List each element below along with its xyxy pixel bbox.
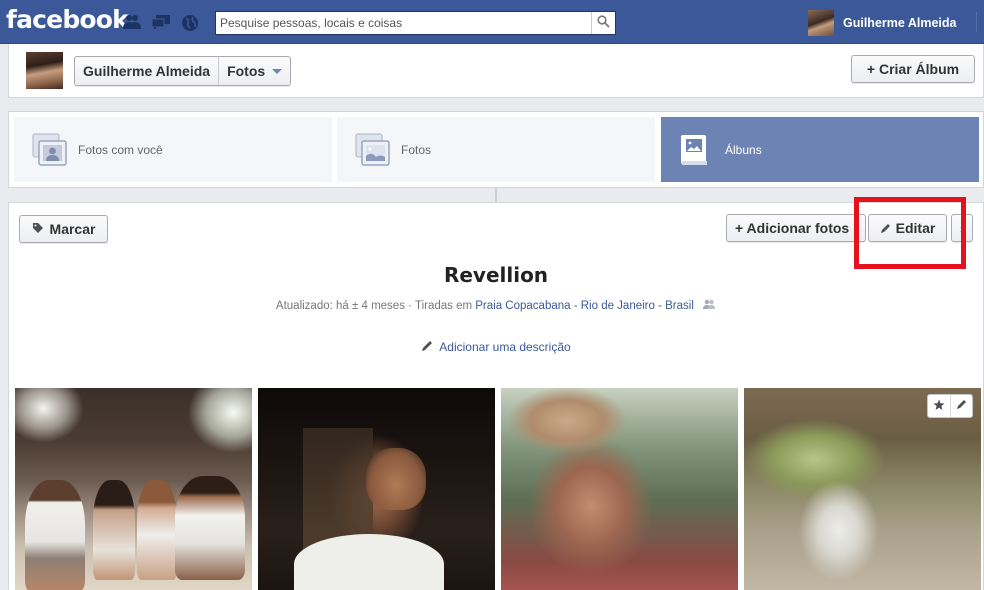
pencil-icon: [880, 223, 891, 234]
photo-subject: [294, 534, 444, 590]
photo-subject: [93, 480, 135, 580]
album-panel: Marcar + Adicionar fotos Editar ↕ Revell…: [8, 197, 984, 590]
breadcrumb-section-dropdown[interactable]: Fotos: [218, 57, 290, 85]
facebook-logo[interactable]: facebook: [6, 5, 129, 34]
profile-link[interactable]: Guilherme Almeida: [808, 10, 956, 36]
tag-icon: [32, 221, 44, 237]
pencil-icon: [421, 340, 433, 355]
reorder-button[interactable]: ↕: [951, 214, 973, 242]
tab-label: Fotos com você: [78, 142, 163, 157]
photo-subject: [25, 480, 85, 590]
user-avatar: [808, 10, 834, 36]
profile-avatar[interactable]: [26, 52, 63, 89]
tagged-photos-icon: [32, 133, 68, 167]
photo-actions: [927, 394, 973, 418]
photos-header: Guilherme Almeida Fotos + Criar Álbum: [8, 44, 984, 98]
top-navigation-bar: facebook Guilherme Almeida: [0, 0, 984, 44]
album-photo-1[interactable]: [15, 388, 252, 590]
tab-photos-of-you[interactable]: Fotos com você: [14, 117, 332, 182]
photo-subject: [137, 480, 177, 580]
search-button[interactable]: [591, 12, 615, 34]
album-title: Revellion: [443, 263, 549, 287]
add-photos-button[interactable]: + Adicionar fotos: [726, 214, 866, 242]
star-icon: [933, 399, 945, 414]
pencil-icon: [956, 399, 967, 413]
friend-requests-icon[interactable]: [122, 14, 141, 30]
add-description-link[interactable]: Adicionar uma descrição: [9, 340, 983, 355]
album-photo-3[interactable]: [501, 388, 738, 590]
tab-label: Álbuns: [725, 142, 762, 157]
add-description-label: Adicionar uma descrição: [439, 340, 571, 354]
tag-button[interactable]: Marcar: [19, 215, 108, 243]
album-meta: Atualizado: há ± 4 meses · Tiradas em Pr…: [9, 299, 983, 313]
albums-icon: [679, 133, 715, 167]
privacy-friends-icon[interactable]: [702, 299, 716, 313]
make-cover-button[interactable]: [928, 395, 950, 417]
album-location-link[interactable]: Praia Copacabana - Rio de Janeiro - Bras…: [475, 300, 694, 312]
chevron-down-icon: [272, 68, 283, 74]
edit-photo-button[interactable]: [950, 395, 972, 417]
breadcrumb-section-label: Fotos: [227, 63, 266, 79]
photos-icon: [355, 133, 391, 167]
search-box: [215, 11, 616, 35]
photo-tabs: Fotos com você Fotos Álbuns: [8, 111, 984, 188]
notifications-globe-icon[interactable]: [181, 14, 199, 31]
photo-subject: [175, 476, 245, 580]
album-updated-text: Atualizado: há ± 4 meses · Tiradas em: [275, 300, 476, 313]
album-photo-4[interactable]: [744, 388, 981, 590]
tag-button-label: Marcar: [49, 221, 96, 237]
search-icon: [597, 15, 610, 31]
create-album-button[interactable]: + Criar Álbum: [851, 55, 975, 83]
breadcrumb-profile-link[interactable]: Guilherme Almeida: [75, 57, 218, 85]
user-name: Guilherme Almeida: [843, 16, 957, 30]
divider: [976, 12, 977, 32]
divider: [495, 188, 497, 203]
tab-label: Fotos: [401, 142, 432, 157]
album-photo-2[interactable]: [258, 388, 495, 590]
tab-albums[interactable]: Álbuns: [661, 117, 979, 182]
edit-album-button[interactable]: Editar: [868, 214, 947, 242]
photo-subject: [366, 448, 426, 510]
edit-album-label: Editar: [895, 220, 936, 236]
breadcrumb: Guilherme Almeida Fotos: [74, 56, 292, 86]
search-input[interactable]: [216, 12, 591, 34]
tab-photos[interactable]: Fotos: [337, 117, 655, 182]
messages-icon[interactable]: [151, 14, 170, 30]
